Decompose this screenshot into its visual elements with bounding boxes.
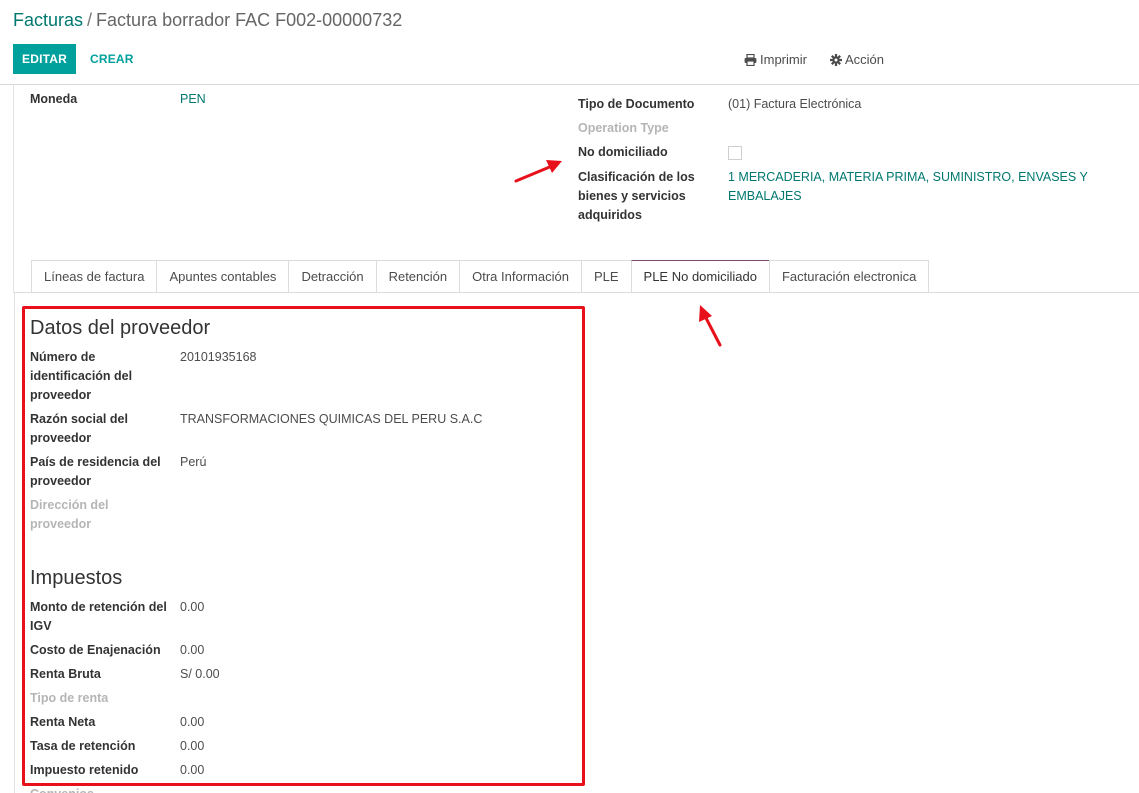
arrow-to-no-domiciled: [514, 160, 562, 183]
arrow-to-ple-tab: [699, 305, 722, 347]
annotation-arrows: [514, 160, 722, 347]
